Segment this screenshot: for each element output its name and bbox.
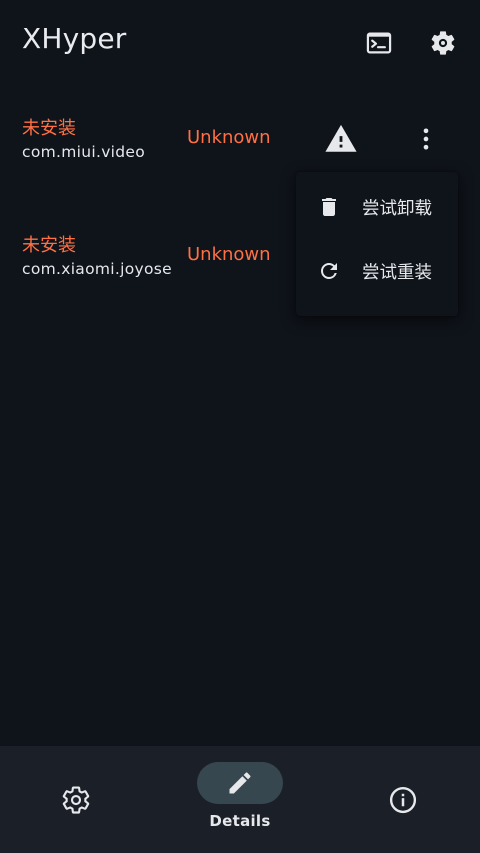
nav-item-info[interactable] xyxy=(383,780,423,820)
install-status: 未安装 xyxy=(22,118,76,139)
terminal-button[interactable] xyxy=(359,23,399,63)
list-item[interactable]: 未安装 com.miui.video Unknown xyxy=(0,110,480,170)
gear-icon xyxy=(431,31,455,55)
info-icon xyxy=(389,786,417,814)
package-name: com.miui.video xyxy=(22,143,146,161)
terminal-icon xyxy=(366,32,392,54)
version-text: Unknown xyxy=(187,244,271,265)
app-title: XHyper xyxy=(22,22,127,55)
warning-icon xyxy=(325,124,357,152)
edit-icon xyxy=(229,772,251,794)
menu-item-label: 尝试重装 xyxy=(362,262,432,283)
menu-item-label: 尝试卸载 xyxy=(362,198,432,219)
settings-button[interactable] xyxy=(423,23,463,63)
warning-button[interactable] xyxy=(321,119,361,159)
menu-item-uninstall[interactable]: 尝试卸载 xyxy=(296,175,458,239)
top-app-bar: XHyper xyxy=(0,0,480,86)
dropdown-menu: 尝试卸载 尝试重装 xyxy=(296,172,458,316)
nav-label-details: Details xyxy=(209,812,271,830)
gear-icon xyxy=(62,786,90,814)
menu-item-reinstall[interactable]: 尝试重装 xyxy=(296,239,458,303)
refresh-icon xyxy=(317,259,341,283)
install-status: 未安装 xyxy=(22,235,76,256)
nav-item-details[interactable]: Details xyxy=(196,762,284,842)
more-vert-icon xyxy=(423,128,429,150)
active-indicator xyxy=(197,762,283,804)
version-text: Unknown xyxy=(187,127,271,148)
bottom-navigation: Details xyxy=(0,746,480,853)
package-name: com.xiaomi.joyose xyxy=(22,260,172,278)
more-options-button[interactable] xyxy=(406,119,446,159)
delete-icon xyxy=(317,195,341,219)
app-root: XHyper 未安装 com.miui.video Unknown 未安装 co… xyxy=(0,0,480,853)
nav-item-settings[interactable] xyxy=(56,780,96,820)
